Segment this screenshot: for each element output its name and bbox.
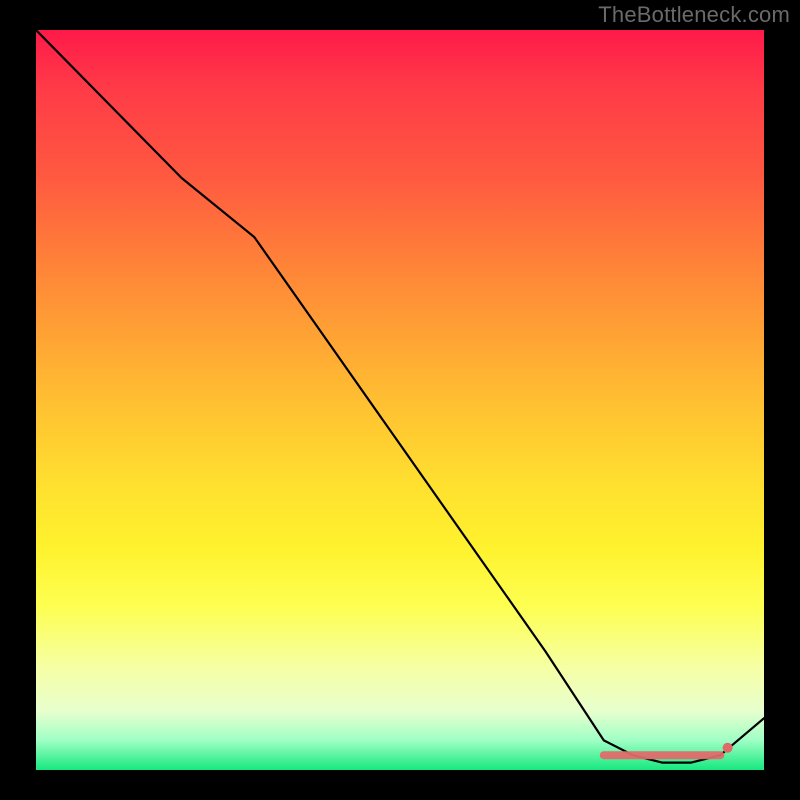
watermark-text: TheBottleneck.com bbox=[598, 2, 790, 28]
chart-overlay bbox=[36, 30, 764, 770]
chart-frame: TheBottleneck.com bbox=[0, 0, 800, 800]
plot-area bbox=[36, 30, 764, 770]
bottleneck-curve-line bbox=[36, 30, 764, 763]
optimal-point-marker bbox=[723, 743, 733, 753]
